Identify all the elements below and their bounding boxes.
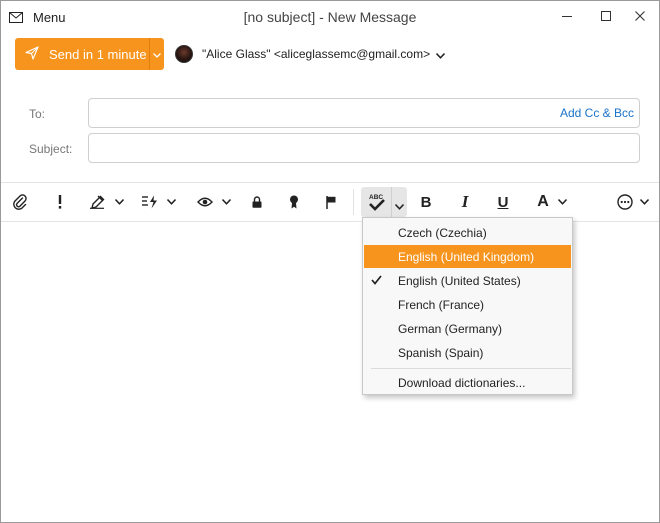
font-button[interactable]: A (531, 183, 573, 221)
quick-text-button[interactable] (138, 183, 180, 221)
toolbar-divider (353, 189, 354, 215)
menu-item-french[interactable]: French (France) (364, 293, 571, 316)
chevron-down-icon (222, 199, 231, 205)
flag-button[interactable] (321, 183, 341, 221)
read-receipt-icon (197, 196, 213, 208)
chevron-down-icon (167, 199, 176, 205)
to-field[interactable]: Add Cc & Bcc (88, 98, 640, 128)
title-bar: Menu [no subject] - New Message (1, 1, 659, 33)
priority-button[interactable] (49, 183, 71, 221)
menu-item-label: English (United Kingdom) (398, 249, 535, 264)
more-options-button[interactable] (612, 183, 654, 221)
close-button[interactable] (625, 5, 655, 29)
flag-icon (326, 195, 336, 209)
formatting-toolbar: ABC B I U A (1, 182, 659, 222)
quick-text-icon (142, 195, 158, 209)
from-address[interactable]: "Alice Glass" <aliceglassemc@gmail.com> (202, 47, 430, 61)
add-cc-bcc-link[interactable]: Add Cc & Bcc (560, 106, 634, 120)
menu-item-label: English (United States) (398, 273, 521, 288)
underline-button[interactable]: U (492, 183, 514, 221)
bold-button[interactable]: B (415, 183, 437, 221)
sign-button[interactable] (284, 183, 304, 221)
chevron-down-icon (114, 199, 124, 205)
send-button-label: Send in 1 minute (49, 46, 147, 62)
send-button[interactable]: Send in 1 minute (15, 38, 149, 70)
encrypt-button[interactable] (247, 183, 267, 221)
minimize-button[interactable] (552, 5, 582, 29)
menu-item-label: German (Germany) (398, 321, 503, 336)
menu-item-german[interactable]: German (Germany) (364, 317, 571, 340)
menu-item-label: Download dictionaries... (398, 375, 526, 390)
signature-button[interactable] (85, 183, 127, 221)
menu-item-label: Czech (Czechia) (398, 225, 487, 240)
menu-item-spanish[interactable]: Spanish (Spain) (364, 341, 571, 364)
close-icon (635, 10, 645, 24)
menu-item-english-us[interactable]: English (United States) (364, 269, 571, 292)
to-label: To: (29, 107, 46, 121)
sign-icon (289, 195, 299, 209)
avatar (175, 45, 193, 63)
chevron-down-icon[interactable] (435, 48, 446, 62)
menu-item-label: Spanish (Spain) (398, 345, 484, 360)
italic-button[interactable]: I (455, 183, 475, 221)
lock-icon (252, 196, 262, 208)
spellcheck-divider (391, 187, 392, 217)
menu-item-czech[interactable]: Czech (Czechia) (364, 221, 571, 244)
font-button-label: A (537, 193, 549, 210)
spellcheck-language-menu: Czech (Czechia) English (United Kingdom)… (362, 217, 573, 395)
spellcheck-icon: ABC (368, 192, 386, 214)
menu-item-english-uk[interactable]: English (United Kingdom) (364, 245, 571, 268)
chevron-down-icon (557, 199, 567, 205)
spellcheck-icon-label: ABC (369, 194, 383, 201)
subject-label: Subject: (29, 142, 73, 156)
signature-icon (89, 195, 105, 209)
menu-separator (371, 368, 571, 369)
menu-item-label: French (France) (398, 297, 485, 312)
maximize-button[interactable] (591, 5, 621, 29)
more-options-icon (617, 194, 633, 210)
checkmark-icon (371, 274, 382, 288)
send-options-dropdown[interactable] (149, 38, 164, 70)
priority-icon (58, 195, 62, 209)
attachment-icon (13, 194, 27, 210)
send-icon (25, 45, 39, 63)
chevron-down-icon (640, 199, 649, 205)
attach-button[interactable] (9, 183, 31, 221)
read-receipt-button[interactable] (193, 183, 235, 221)
compose-window: Menu [no subject] - New Message Send in … (0, 0, 660, 523)
maximize-icon (601, 10, 611, 24)
spellcheck-button[interactable]: ABC (361, 187, 407, 217)
chevron-down-icon (153, 47, 161, 61)
menu-item-download-dictionaries[interactable]: Download dictionaries... (364, 371, 571, 394)
minimize-icon (562, 10, 572, 24)
subject-field[interactable] (88, 133, 640, 163)
chevron-down-icon[interactable] (394, 199, 405, 213)
